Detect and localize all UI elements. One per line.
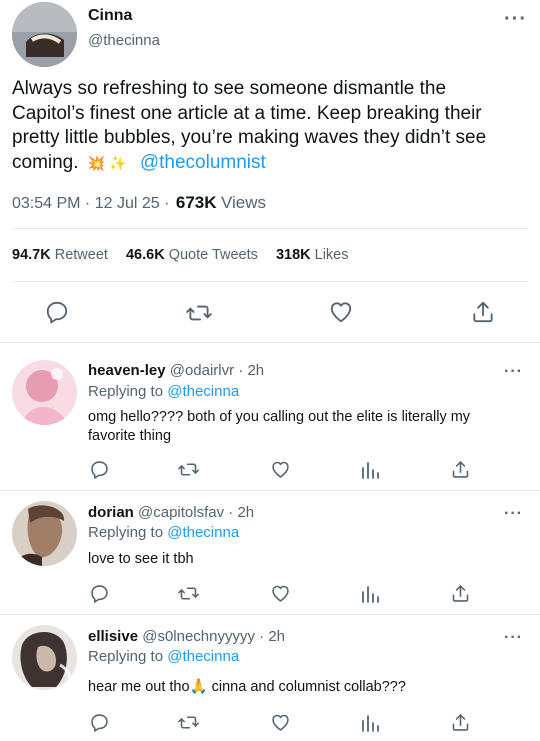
more-icon[interactable]: ··· bbox=[504, 630, 523, 646]
reply-text-line: omg hello???? both of you calling out th… bbox=[88, 409, 471, 425]
tweet-text-line: Always so refreshing to see someone dism… bbox=[12, 78, 447, 99]
display-name[interactable]: ellisive bbox=[88, 628, 138, 645]
reply-header: dorian @capitolsfav · 2h bbox=[88, 504, 254, 521]
display-name[interactable]: heaven-ley bbox=[88, 362, 166, 379]
replying-prefix: Replying to bbox=[88, 648, 164, 665]
avatar[interactable] bbox=[12, 501, 77, 566]
views-label: Views bbox=[220, 193, 267, 212]
more-icon[interactable]: ··· bbox=[504, 506, 523, 522]
handle[interactable]: @thecinna bbox=[88, 32, 160, 49]
reply-header: heaven-ley @odairlvr · 2h bbox=[88, 362, 264, 379]
divider bbox=[0, 490, 540, 491]
replying-to: Replying to @thecinna bbox=[88, 383, 239, 400]
retweet-icon[interactable] bbox=[177, 459, 200, 480]
reply-text: love to see it tbh bbox=[88, 550, 528, 569]
analytics-icon[interactable] bbox=[360, 459, 380, 480]
reply-icon[interactable] bbox=[89, 459, 110, 480]
replying-prefix: Replying to bbox=[88, 383, 164, 400]
like-icon[interactable] bbox=[270, 583, 291, 604]
more-icon[interactable]: ··· bbox=[504, 9, 527, 29]
quotes-label: Quote Tweets bbox=[168, 247, 258, 263]
share-icon[interactable] bbox=[470, 299, 496, 325]
display-name[interactable]: dorian bbox=[88, 504, 134, 521]
reply-icon[interactable] bbox=[89, 712, 110, 733]
retweets-stat[interactable]: 94.7K Retweet bbox=[12, 247, 112, 263]
likes-label: Likes bbox=[314, 247, 349, 263]
tweet-text-line: Capitol’s finest one article at a time. … bbox=[12, 102, 482, 124]
retweet-icon[interactable] bbox=[185, 300, 213, 326]
display-name[interactable]: Cinna bbox=[88, 7, 132, 25]
reply-text: hear me out tho🙏 cinna and columnist col… bbox=[88, 678, 528, 697]
handle-time[interactable]: @s0lnechnyyyyy · 2h bbox=[142, 628, 285, 645]
analytics-icon[interactable] bbox=[360, 712, 380, 733]
reply-text-line: favorite thing bbox=[88, 427, 172, 444]
tweet-text: Always so refreshing to see someone dism… bbox=[12, 77, 532, 175]
analytics-icon[interactable] bbox=[360, 583, 380, 604]
reply-header: ellisive @s0lnechnyyyyy · 2h bbox=[88, 628, 285, 645]
timestamp-row: 03:54 PM · 12 Jul 25 · 673K Views bbox=[12, 193, 266, 213]
reply-text: omg hello???? both of you calling out th… bbox=[88, 408, 528, 445]
handle-time[interactable]: @capitolsfav · 2h bbox=[138, 504, 254, 521]
replying-to: Replying to @thecinna bbox=[88, 648, 239, 665]
replying-to-link[interactable]: @thecinna bbox=[167, 383, 239, 400]
replying-prefix: Replying to bbox=[88, 524, 164, 541]
divider bbox=[12, 281, 528, 282]
views-count: 673K bbox=[175, 193, 217, 212]
replying-to-link[interactable]: @thecinna bbox=[167, 648, 239, 665]
like-icon[interactable] bbox=[270, 459, 291, 480]
avatar[interactable] bbox=[12, 2, 77, 67]
timestamp[interactable]: 03:54 PM · 12 Jul 25 · bbox=[12, 195, 169, 212]
share-icon[interactable] bbox=[450, 459, 471, 480]
reply-icon[interactable] bbox=[89, 583, 110, 604]
handle-time[interactable]: @odairlvr · 2h bbox=[170, 362, 264, 379]
reply-text-line: love to see it tbh bbox=[88, 551, 194, 567]
retweet-icon[interactable] bbox=[177, 583, 200, 604]
share-icon[interactable] bbox=[450, 712, 471, 733]
emoji: 💥 ✨ bbox=[87, 154, 127, 171]
more-icon[interactable]: ··· bbox=[504, 364, 523, 380]
tweet-text-line: coming. bbox=[12, 151, 79, 173]
divider bbox=[0, 342, 540, 343]
mention-link[interactable]: @thecolumnist bbox=[140, 152, 266, 173]
likes-count: 318K bbox=[275, 247, 311, 263]
reply-icon[interactable] bbox=[44, 299, 70, 325]
avatar[interactable] bbox=[12, 625, 77, 690]
divider bbox=[12, 228, 528, 229]
like-icon[interactable] bbox=[328, 299, 354, 325]
retweets-label: Retweet bbox=[54, 247, 108, 263]
tweet-text-last-line: coming. 💥 ✨ @thecolumnist bbox=[12, 151, 532, 176]
replying-to: Replying to @thecinna bbox=[88, 524, 239, 541]
quotes-stat[interactable]: 46.6K Quote Tweets bbox=[126, 247, 262, 263]
reply-text-line: hear me out tho🙏 cinna and columnist col… bbox=[88, 679, 406, 695]
retweet-icon[interactable] bbox=[177, 712, 200, 733]
retweets-count: 94.7K bbox=[12, 247, 51, 263]
replying-to-link[interactable]: @thecinna bbox=[167, 524, 239, 541]
share-icon[interactable] bbox=[450, 583, 471, 604]
divider bbox=[0, 614, 540, 615]
tweet-text-line: pretty little bubbles, you’re making wav… bbox=[12, 127, 487, 148]
stats-row: 94.7K Retweet 46.6K Quote Tweets 318K Li… bbox=[12, 247, 349, 263]
quotes-count: 46.6K bbox=[125, 247, 165, 263]
avatar[interactable] bbox=[12, 360, 77, 425]
like-icon[interactable] bbox=[270, 712, 291, 733]
likes-stat[interactable]: 318K Likes bbox=[276, 247, 349, 263]
